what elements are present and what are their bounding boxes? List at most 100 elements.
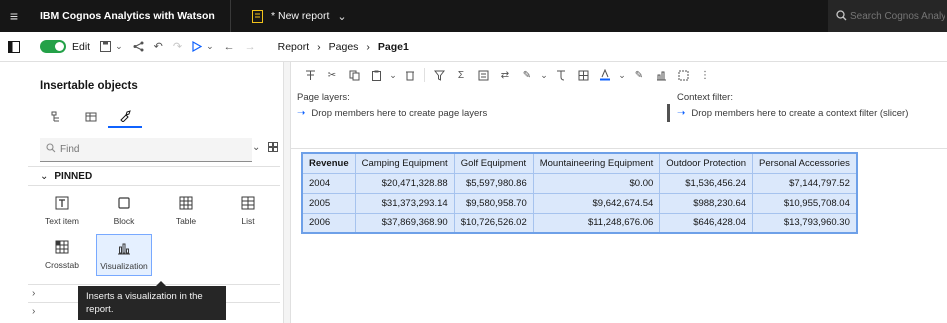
save-icon[interactable]	[100, 41, 112, 52]
chart-icon[interactable]	[650, 70, 672, 81]
column-header[interactable]: Personal Accessories	[752, 152, 858, 174]
page-layers-dropzone[interactable]: ➝ Drop members here to create page layer…	[297, 108, 487, 119]
table-row: 2005 $31,373,293.14 $9,580,958.70 $9,642…	[301, 192, 858, 214]
back-arrow-icon[interactable]: ←	[224, 41, 235, 53]
crosstab-icon	[55, 238, 69, 256]
panel-tabs	[40, 106, 142, 128]
filter-funnel-icon[interactable]	[428, 70, 450, 81]
row-header[interactable]: 2005	[301, 192, 356, 214]
object-label: Text item	[44, 216, 79, 226]
table-object[interactable]: Table	[158, 190, 214, 232]
tab-data-items-icon[interactable]	[74, 106, 108, 128]
table-cell[interactable]: $7,144,797.52	[752, 172, 858, 194]
chevron-down-icon[interactable]: ⌄	[538, 70, 550, 81]
chevron-down-icon[interactable]: ⌄	[206, 41, 214, 52]
chevron-down-icon[interactable]: ⌄	[337, 10, 346, 23]
chevron-down-icon[interactable]: ⌄	[252, 142, 260, 153]
report-icon	[251, 9, 263, 23]
column-header[interactable]: Golf Equipment	[453, 152, 534, 174]
panel-toggle-icon[interactable]	[0, 40, 28, 53]
forward-arrow-icon[interactable]: →	[245, 41, 256, 53]
chevron-right-icon: ›	[32, 306, 36, 317]
top-bar: ≡ IBM Cognos Analytics with Watson * New…	[0, 0, 947, 32]
context-filter-indicator	[667, 104, 670, 122]
share-icon[interactable]	[133, 41, 144, 52]
column-header[interactable]: Camping Equipment	[354, 152, 455, 174]
redo-icon[interactable]: ↷	[173, 40, 182, 53]
edit-toggle[interactable]	[40, 40, 66, 53]
crosstab-object[interactable]: Crosstab	[34, 234, 90, 276]
swap-rows-columns-icon[interactable]: ⇄	[494, 70, 516, 81]
table-cell[interactable]: $9,580,958.70	[453, 192, 534, 214]
table-cell[interactable]: $20,471,328.88	[354, 172, 455, 194]
more-options-icon[interactable]: ⋮	[694, 70, 716, 81]
revenue-crosstab[interactable]: Revenue Camping Equipment Golf Equipment…	[301, 152, 858, 234]
calculation-icon[interactable]	[472, 70, 494, 81]
paint-icon[interactable]: ✎	[628, 70, 650, 81]
breadcrumb: Report › Pages › Page1	[278, 41, 417, 53]
column-header[interactable]: Mountaineering Equipment	[532, 152, 661, 174]
divider	[230, 0, 231, 32]
table-cell[interactable]: $0.00	[532, 172, 661, 194]
row-header[interactable]: 2004	[301, 172, 356, 194]
table-cell[interactable]: $646,428.04	[659, 212, 754, 234]
crosstab-corner[interactable]: Revenue	[301, 152, 356, 174]
drop-arrow-icon: ➝	[677, 108, 686, 119]
global-search-input[interactable]	[850, 10, 945, 22]
find-field[interactable]	[40, 138, 252, 162]
chevron-right-icon: ›	[32, 288, 36, 299]
drop-arrow-icon: ➝	[297, 108, 306, 119]
table-cell[interactable]: $37,869,368.90	[354, 212, 455, 234]
undo-icon[interactable]: ↶	[154, 40, 163, 53]
table-cell[interactable]: $13,793,960.30	[752, 212, 858, 234]
breadcrumb-report[interactable]: Report	[278, 41, 310, 53]
chevron-down-icon[interactable]: ⌄	[115, 41, 123, 52]
menu-icon[interactable]: ≡	[0, 0, 28, 32]
select-ancestor-icon[interactable]	[672, 70, 694, 81]
table-cell[interactable]: $11,248,676.06	[532, 212, 661, 234]
copy-icon[interactable]	[343, 70, 365, 81]
table-cell[interactable]: $10,726,526.02	[453, 212, 534, 234]
delete-icon[interactable]	[399, 70, 421, 81]
table-cell[interactable]: $5,597,980.86	[453, 172, 534, 194]
grid-view-icon[interactable]	[268, 142, 278, 155]
divider	[291, 148, 947, 149]
breadcrumb-pages[interactable]: Pages	[329, 41, 359, 53]
pen-icon[interactable]: ✎	[516, 70, 538, 81]
table-cell[interactable]: $1,536,456.24	[659, 172, 754, 194]
visualization-tooltip: Inserts a visualization in the report.	[78, 281, 226, 320]
table-cell[interactable]: $10,955,708.04	[752, 192, 858, 214]
summarize-icon[interactable]: Σ	[450, 70, 472, 81]
table-layout-icon[interactable]	[572, 70, 594, 81]
panel-splitter[interactable]	[283, 62, 291, 323]
run-icon[interactable]	[192, 41, 203, 52]
table-cell[interactable]: $9,642,674.54	[532, 192, 661, 214]
tab-toolbox-icon[interactable]	[108, 106, 142, 128]
context-filter-dropzone[interactable]: ➝ Drop members here to create a context …	[677, 108, 908, 119]
breadcrumb-page1[interactable]: Page1	[378, 41, 409, 53]
global-search[interactable]	[828, 0, 947, 32]
table-row: 2004 $20,471,328.88 $5,597,980.86 $0.00 …	[301, 172, 858, 194]
pinned-section-header[interactable]: ⌄ PINNED	[28, 166, 280, 186]
cut-icon[interactable]: ✂	[321, 70, 343, 81]
chevron-down-icon[interactable]: ⌄	[387, 70, 399, 81]
paste-icon[interactable]	[365, 70, 387, 81]
table-cell[interactable]: $31,373,293.14	[354, 192, 455, 214]
text-color-icon[interactable]	[594, 69, 616, 81]
report-title[interactable]: * New report	[271, 10, 329, 22]
tab-source-icon[interactable]	[40, 106, 74, 128]
column-header[interactable]: Outdoor Protection	[659, 152, 754, 174]
list-object[interactable]: List	[220, 190, 276, 232]
breadcrumb-separator: ›	[366, 40, 370, 53]
filter-icon[interactable]	[299, 70, 321, 81]
text-item-object[interactable]: Text item	[34, 190, 90, 232]
block-object[interactable]: Block	[96, 190, 152, 232]
visualization-object[interactable]: Visualization	[96, 234, 152, 276]
chevron-down-icon: ⌄	[40, 170, 49, 182]
chevron-down-icon[interactable]: ⌄	[616, 70, 628, 81]
find-input[interactable]	[60, 144, 230, 155]
table-icon	[179, 194, 193, 212]
row-header[interactable]: 2006	[301, 212, 356, 234]
format-icon[interactable]	[550, 70, 572, 81]
table-cell[interactable]: $988,230.64	[659, 192, 754, 214]
